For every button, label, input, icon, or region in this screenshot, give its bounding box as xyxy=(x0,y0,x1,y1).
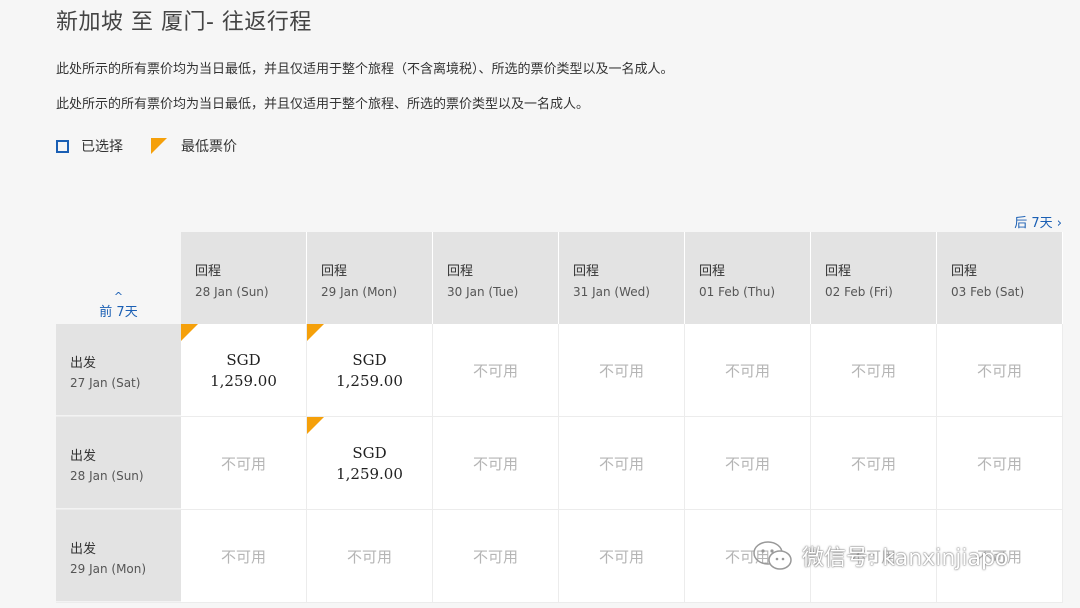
selected-square-icon xyxy=(56,139,69,153)
return-label: 回程 xyxy=(825,264,852,279)
lowest-fare-triangle-icon xyxy=(307,324,324,341)
fare-cell[interactable]: SGD 1,259.00 xyxy=(307,324,433,416)
page-title: 新加坡 至 厦门- 往返行程 xyxy=(56,10,312,35)
depart-date: 27 Jan (Sat) xyxy=(70,376,141,390)
fare-amount: 1,259.00 xyxy=(210,371,277,390)
depart-date: 29 Jan (Mon) xyxy=(70,562,147,576)
departure-date-header: 出发 28 Jan (Sun) xyxy=(56,417,181,509)
fare-cell-unavailable: 不可用 xyxy=(811,417,937,509)
return-label: 回程 xyxy=(321,264,348,279)
fare-note-2: 此处所示的所有票价均为当日最低，并且仅适用于整个旅程、所选的票价类型以及一名成人… xyxy=(56,97,590,112)
fare-cell-unavailable: 不可用 xyxy=(433,510,559,602)
depart-label: 出发 xyxy=(70,356,97,371)
return-label: 回程 xyxy=(951,264,978,279)
fare-row: 出发 27 Jan (Sat) SGD 1,259.00 SGD 1,259.00 不可用不… xyxy=(56,324,1063,417)
fare-cell-unavailable: 不可用 xyxy=(685,324,811,416)
return-date: 28 Jan (Sun) xyxy=(195,285,269,299)
wechat-watermark: 微信号: kanxinjiapo xyxy=(752,540,1008,572)
fare-cell-unavailable: 不可用 xyxy=(937,417,1063,509)
return-date: 29 Jan (Mon) xyxy=(321,285,398,299)
return-date: 02 Feb (Fri) xyxy=(825,285,893,299)
fare-cell-unavailable: 不可用 xyxy=(559,324,685,416)
fare-amount: 1,259.00 xyxy=(336,464,403,483)
lowest-fare-triangle-icon xyxy=(307,417,324,434)
return-date-header: 回程 28 Jan (Sun) xyxy=(181,232,307,324)
next-7-days-link[interactable]: 后 7天 › xyxy=(1014,212,1062,231)
return-date-header: 回程 02 Feb (Fri) xyxy=(811,232,937,324)
return-date-header-row: 回程 28 Jan (Sun) 回程 29 Jan (Mon) 回程 30 Jan (Tu… xyxy=(181,232,1063,324)
fare-value: SGD 1,259.00 xyxy=(210,351,277,390)
departure-date-header: 出发 27 Jan (Sat) xyxy=(56,324,181,416)
prev-7-days-link[interactable]: ^ 前 7天 xyxy=(56,290,181,320)
fare-cell-unavailable: 不可用 xyxy=(181,417,307,509)
fare-cell-unavailable: 不可用 xyxy=(559,417,685,509)
watermark-text: 微信号: kanxinjiapo xyxy=(802,546,1009,571)
prev-7-days-label: 前 7天 xyxy=(99,305,138,320)
return-date-header: 回程 29 Jan (Mon) xyxy=(307,232,433,324)
fare-cell-unavailable: 不可用 xyxy=(307,510,433,602)
fare-currency: SGD xyxy=(226,350,261,369)
return-date: 01 Feb (Thu) xyxy=(699,285,776,299)
lowest-fare-triangle-icon xyxy=(181,324,198,341)
legend-lowest-label: 最低票价 xyxy=(181,139,237,155)
fare-amount: 1,259.00 xyxy=(336,371,403,390)
return-label: 回程 xyxy=(573,264,600,279)
fare-currency: SGD xyxy=(352,443,387,462)
fare-cell-unavailable: 不可用 xyxy=(559,510,685,602)
return-label: 回程 xyxy=(195,264,222,279)
fare-value: SGD 1,259.00 xyxy=(336,444,403,483)
depart-date: 28 Jan (Sun) xyxy=(70,469,144,483)
fare-cell-unavailable: 不可用 xyxy=(811,324,937,416)
chevron-up-icon: ^ xyxy=(113,290,124,303)
fare-cell-unavailable: 不可用 xyxy=(181,510,307,602)
fare-currency: SGD xyxy=(352,350,387,369)
depart-label: 出发 xyxy=(70,542,97,557)
return-date: 31 Jan (Wed) xyxy=(573,285,650,299)
fare-cell[interactable]: SGD 1,259.00 xyxy=(307,417,433,509)
return-date-header: 回程 30 Jan (Tue) xyxy=(433,232,559,324)
departure-date-header: 出发 29 Jan (Mon) xyxy=(56,510,181,602)
fare-cell-unavailable: 不可用 xyxy=(433,324,559,416)
fare-cell[interactable]: SGD 1,259.00 xyxy=(181,324,307,416)
lowest-fare-triangle-icon xyxy=(151,138,167,154)
fare-note-1: 此处所示的所有票价均为当日最低，并且仅适用于整个旅程（不含离境税）、所选的票价类… xyxy=(56,62,674,77)
fare-cell-unavailable: 不可用 xyxy=(433,417,559,509)
wechat-icon xyxy=(753,541,792,570)
legend: 已选择 最低票价 xyxy=(56,136,237,156)
fare-row: 出发 28 Jan (Sun) 不可用 SGD 1,259.00 不可用 不可用 不可用 不可用… xyxy=(56,417,1063,510)
legend-selected-label: 已选择 xyxy=(81,139,123,155)
return-date: 30 Jan (Tue) xyxy=(447,285,519,299)
return-date-header: 回程 03 Feb (Sat) xyxy=(937,232,1063,324)
depart-label: 出发 xyxy=(70,449,97,464)
fare-cell-unavailable: 不可用 xyxy=(685,417,811,509)
return-label: 回程 xyxy=(699,264,726,279)
return-label: 回程 xyxy=(447,264,474,279)
return-date-header: 回程 31 Jan (Wed) xyxy=(559,232,685,324)
fare-cell-unavailable: 不可用 xyxy=(937,324,1063,416)
return-date-header: 回程 01 Feb (Thu) xyxy=(685,232,811,324)
fare-value: SGD 1,259.00 xyxy=(336,351,403,390)
return-date: 03 Feb (Sat) xyxy=(951,285,1025,299)
